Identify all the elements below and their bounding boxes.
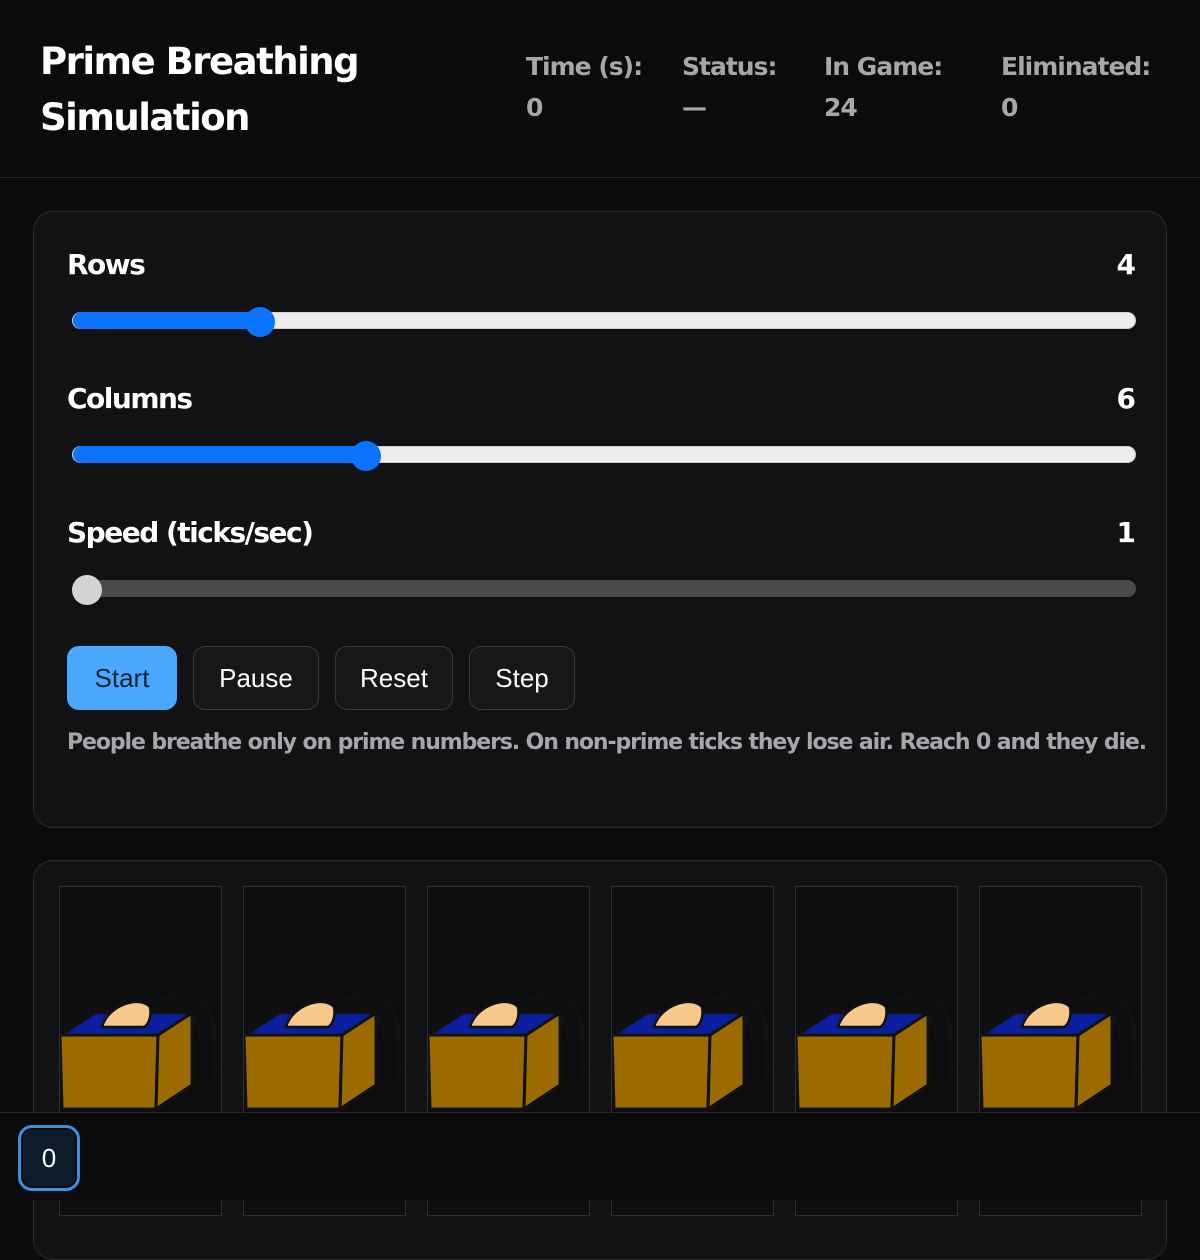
pause-button[interactable]: Pause <box>193 646 319 710</box>
stat-status-label: Status: <box>682 52 777 81</box>
columns-value: 6 <box>1116 382 1136 415</box>
stat-in-game: In Game: 24 <box>824 48 943 130</box>
rows-slider[interactable] <box>72 307 1136 337</box>
rows-slider-fill <box>73 312 260 329</box>
columns-slider[interactable] <box>72 441 1136 471</box>
stat-in-game-label: In Game: <box>824 52 943 81</box>
speed-value: 1 <box>1116 516 1136 549</box>
stat-eliminated: Eliminated: 0 <box>1001 48 1151 130</box>
stat-status-value: — <box>682 93 707 122</box>
start-button[interactable]: Start <box>67 646 177 710</box>
rows-label: Rows <box>67 248 146 281</box>
stat-status: Status: — <box>682 48 777 130</box>
stat-time: Time (s): 0 <box>526 48 643 130</box>
rows-slider-thumb[interactable] <box>245 307 275 337</box>
header: Prime Breathing Simulation Time (s): 0 S… <box>0 0 1200 178</box>
controls-card: Rows 4 Columns 6 Speed (ticks/sec) 1 Sta… <box>33 211 1167 828</box>
speed-slider-thumb[interactable] <box>72 575 102 605</box>
speed-label: Speed (ticks/sec) <box>67 516 314 549</box>
columns-label: Columns <box>67 382 193 415</box>
instructions-text: People breathe only on prime numbers. On… <box>67 730 1147 755</box>
stat-in-game-value: 24 <box>824 93 858 122</box>
bottom-bar: 0 <box>0 1112 1200 1200</box>
columns-slider-thumb[interactable] <box>350 441 381 471</box>
stat-time-label: Time (s): <box>526 52 643 81</box>
columns-slider-fill <box>73 446 366 463</box>
rows-value: 4 <box>1116 248 1136 281</box>
counter-badge[interactable]: 0 <box>18 1125 80 1191</box>
reset-button[interactable]: Reset <box>335 646 453 710</box>
speed-slider[interactable] <box>72 575 1136 605</box>
stat-time-value: 0 <box>526 93 543 122</box>
stat-eliminated-label: Eliminated: <box>1001 52 1151 81</box>
stat-eliminated-value: 0 <box>1001 93 1018 122</box>
page-title: Prime Breathing Simulation <box>40 40 360 139</box>
step-button[interactable]: Step <box>469 646 575 710</box>
grid-card <box>33 860 1167 1260</box>
